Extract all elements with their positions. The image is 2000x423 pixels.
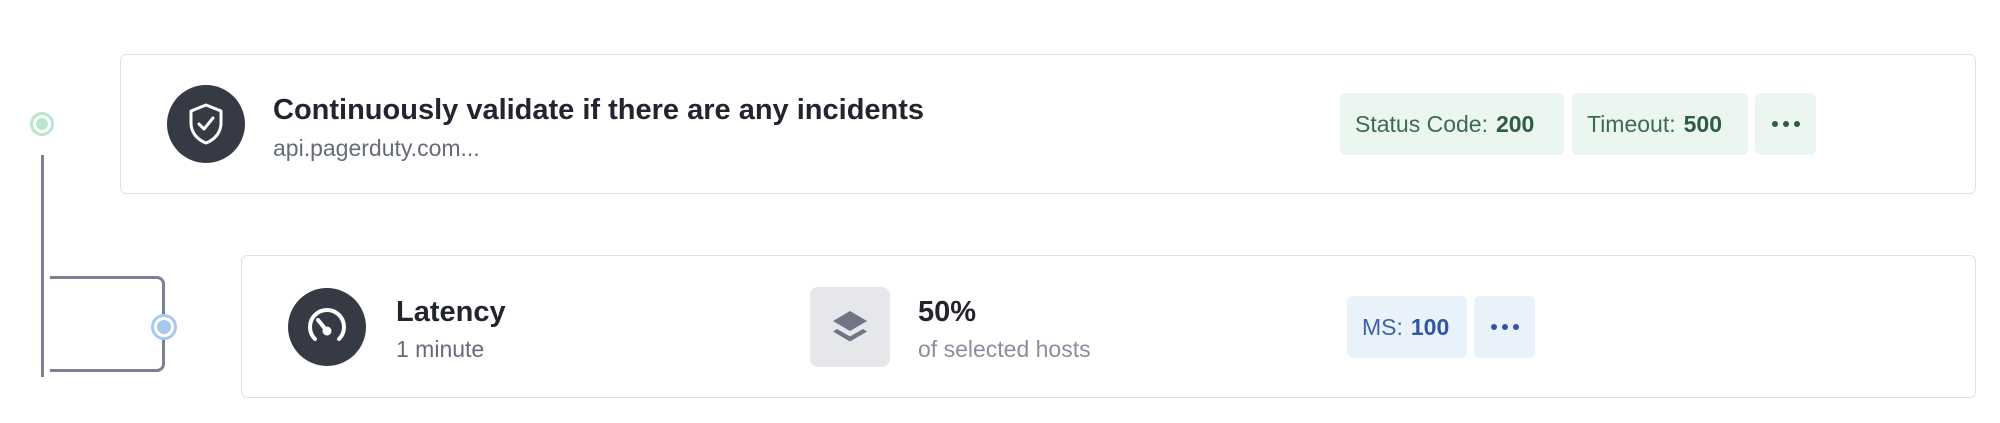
layers-icon — [810, 287, 890, 367]
timeout-label: Timeout: — [1587, 110, 1676, 137]
status-code-chip[interactable]: Status Code: 200 — [1340, 93, 1564, 155]
check-url: api.pagerduty.com... — [273, 135, 480, 161]
speedometer-icon — [288, 288, 366, 366]
more-dots-icon — [1490, 324, 1497, 330]
timeline-line — [41, 155, 44, 377]
status-code-value: 200 — [1495, 110, 1535, 137]
shield-check-icon — [167, 85, 245, 163]
metric-card[interactable]: Latency 1 minute 50% of selected hosts M… — [241, 255, 1976, 398]
timeout-value: 500 — [1683, 110, 1722, 137]
timeline-node-check — [30, 112, 54, 136]
ms-chip[interactable]: MS: 100 — [1347, 296, 1467, 358]
timeline-branch — [50, 276, 165, 372]
ms-value: 100 — [1410, 313, 1450, 340]
hosts-percent: 50% — [918, 296, 977, 328]
timeline-node-metric — [151, 314, 177, 340]
check-card[interactable]: Continuously validate if there are any i… — [120, 54, 1976, 194]
metric-more-button[interactable] — [1474, 296, 1535, 358]
timeout-chip[interactable]: Timeout: 500 — [1572, 93, 1748, 155]
check-more-button[interactable] — [1755, 93, 1816, 155]
more-dots-icon — [1771, 121, 1778, 127]
hosts-label: of selected hosts — [918, 336, 1091, 362]
ms-label: MS: — [1362, 313, 1403, 340]
metric-title: Latency — [396, 296, 506, 328]
metric-interval: 1 minute — [396, 336, 485, 362]
status-code-label: Status Code: — [1355, 110, 1488, 137]
check-title: Continuously validate if there are any i… — [273, 94, 925, 126]
